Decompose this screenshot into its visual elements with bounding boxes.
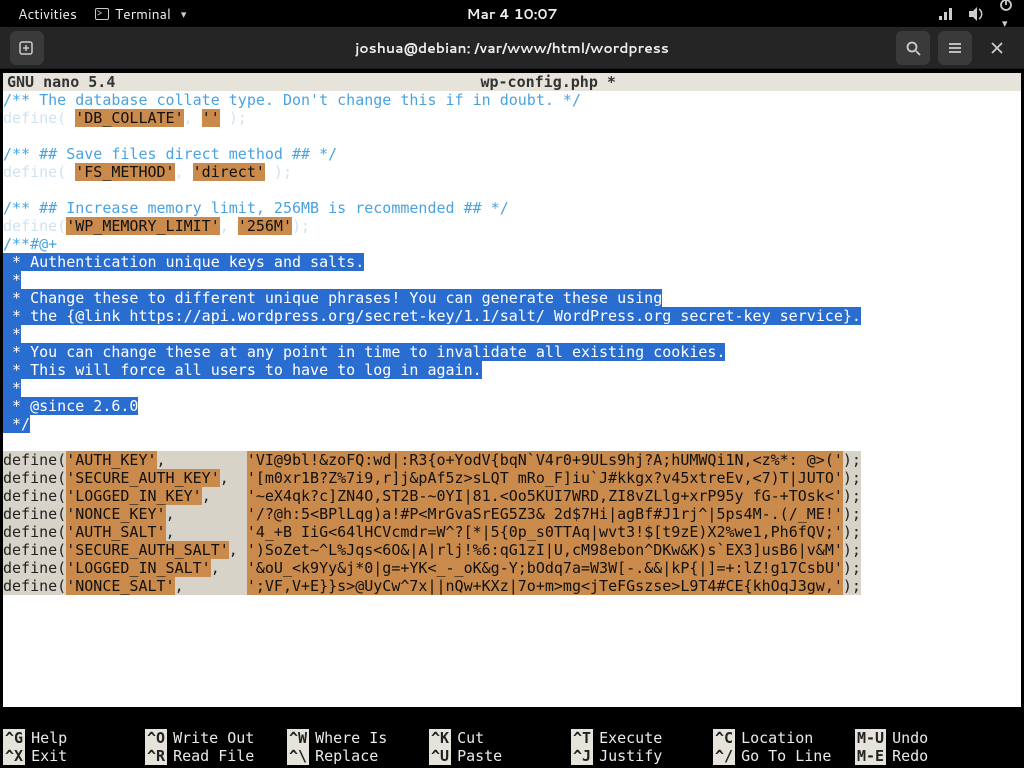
code-body: /** The database collate type. Don't cha… xyxy=(3,91,1021,253)
new-tab-button[interactable] xyxy=(10,31,44,65)
nano-help-row-1: ^GHelp ^OWrite Out ^WWhere Is ^KCut ^TEx… xyxy=(3,729,1021,747)
terminal-icon xyxy=(95,8,109,20)
activities-button[interactable]: Activities xyxy=(8,0,87,28)
terminal-surface[interactable]: GNU nano 5.4 wp-config.php * /** The dat… xyxy=(0,69,1024,768)
nano-help-bar: ^GHelp ^OWrite Out ^WWhere Is ^KCut ^TEx… xyxy=(3,729,1021,765)
window-titlebar: joshua@debian: /var/www/html/wordpress xyxy=(0,27,1024,69)
close-window-button[interactable] xyxy=(980,31,1014,65)
volume-icon[interactable] xyxy=(968,6,984,22)
nano-app-name: GNU nano 5.4 xyxy=(3,73,115,91)
panel-clock[interactable]: Mar 4 10:07 xyxy=(466,4,557,24)
nano-titlebar: GNU nano 5.4 wp-config.php * xyxy=(3,73,1021,91)
search-button[interactable] xyxy=(896,31,930,65)
power-icon[interactable] xyxy=(998,0,1014,32)
nano-filename: wp-config.php * xyxy=(115,73,981,91)
gnome-top-panel: Activities Terminal Mar 4 10:07 xyxy=(0,0,1024,27)
code-docblock: * Authentication unique keys and salts. … xyxy=(3,253,1021,595)
hamburger-menu-button[interactable] xyxy=(938,31,972,65)
nano-editor[interactable]: GNU nano 5.4 wp-config.php * /** The dat… xyxy=(3,73,1021,707)
app-menu[interactable]: Terminal xyxy=(87,0,194,28)
app-menu-label: Terminal xyxy=(115,4,171,24)
window-title: joshua@debian: /var/www/html/wordpress xyxy=(355,38,669,58)
network-icon[interactable] xyxy=(938,6,954,22)
nano-help-row-2: ^XExit ^RRead File ^\Replace ^UPaste ^JJ… xyxy=(3,747,1021,765)
